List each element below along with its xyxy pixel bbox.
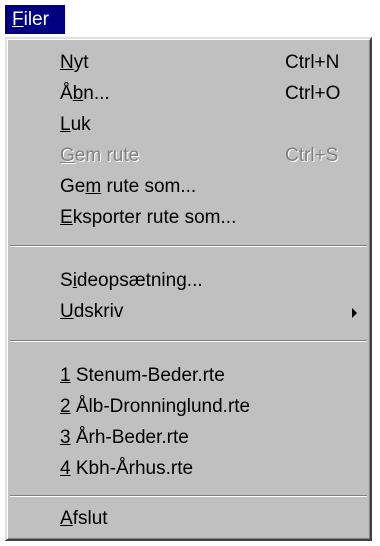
label-post: Årh-Beder.rte <box>70 427 189 448</box>
accelerator-key: 1 <box>60 365 71 386</box>
accelerator-key: N <box>60 52 74 73</box>
menu-item-udskriv[interactable]: Udskriv <box>7 296 370 327</box>
label-post: Ålb-Dronninglund.rte <box>70 396 251 417</box>
menu-item-recent-3[interactable]: 3 Årh-Beder.rte <box>7 422 370 453</box>
menu-item-nyt[interactable]: Nyt Ctrl+N <box>7 47 370 78</box>
menu-item-udskriv-label: Udskriv <box>60 296 123 327</box>
accelerator-key: A <box>60 508 73 529</box>
label-post: Stenum-Beder.rte <box>70 365 225 386</box>
menu-item-sideopsaetning-label: Sideopsætning... <box>60 265 203 296</box>
menu-item-recent-3-label: 3 Årh-Beder.rte <box>60 422 189 453</box>
menu-item-afslut-label: Afslut <box>60 503 108 534</box>
menu-item-luk[interactable]: Luk <box>7 109 370 140</box>
submenu-arrow-icon <box>352 308 357 318</box>
menu-item-recent-4-label: 4 Kbh-Århus.rte <box>60 453 193 484</box>
label-post: n... <box>83 83 110 104</box>
menu-item-gem-rute-shortcut: Ctrl+S <box>285 145 339 166</box>
accelerator-key: 4 <box>60 458 71 479</box>
menu-item-gem-rute-som[interactable]: Gem rute som... <box>7 171 370 202</box>
label-post: fslut <box>72 508 108 529</box>
accelerator-key: 2 <box>60 396 71 417</box>
menu-filer[interactable]: Filer <box>5 5 65 34</box>
menu-item-eksporter-rute-som[interactable]: Eksporter rute som... <box>7 202 370 233</box>
menu-item-recent-1-label: 1 Stenum-Beder.rte <box>60 360 225 391</box>
label-post: rute som... <box>101 176 197 197</box>
menu-item-aabn-shortcut: Ctrl+O <box>285 83 341 104</box>
accelerator-key: E <box>60 207 73 228</box>
accelerator-key: G <box>60 145 75 166</box>
menu-separator <box>10 245 367 247</box>
label-pre: Ge <box>60 176 86 197</box>
accelerator-key: L <box>60 114 71 135</box>
label-post: em rute <box>74 145 140 166</box>
accelerator-key: b <box>72 83 84 104</box>
accelerator-key: 3 <box>60 427 71 448</box>
menu-item-recent-2-label: 2 Ålb-Dronninglund.rte <box>60 391 250 422</box>
menu-item-recent-1[interactable]: 1 Stenum-Beder.rte <box>7 360 370 391</box>
menu-separator <box>10 495 367 497</box>
menu-item-gem-rute-som-label: Gem rute som... <box>60 171 196 202</box>
label-post: yt <box>73 52 89 73</box>
label-post: uk <box>70 114 91 135</box>
menu-item-eksporter-rute-som-label: Eksporter rute som... <box>60 202 236 233</box>
filer-dropdown-menu: Nyt Ctrl+N Åbn... Ctrl+O Luk Gem rute Ct… <box>5 37 372 541</box>
menu-item-recent-4[interactable]: 4 Kbh-Århus.rte <box>7 453 370 484</box>
label-post: dskriv <box>73 301 124 322</box>
menu-item-nyt-label: Nyt <box>60 47 89 78</box>
menu-item-aabn-label: Åbn... <box>60 78 110 109</box>
menu-filer-accelerator: F <box>12 9 24 30</box>
menu-item-sideopsaetning[interactable]: Sideopsætning... <box>7 265 370 296</box>
menu-filer-post: iler <box>23 9 49 30</box>
menu-separator <box>10 340 367 342</box>
label-post: Kbh-Århus.rte <box>70 458 194 479</box>
accelerator-key: U <box>60 301 74 322</box>
label-post: ksporter rute som... <box>72 207 237 228</box>
accelerator-key: m <box>85 176 102 197</box>
menu-item-gem-rute: Gem rute Ctrl+S <box>7 140 370 171</box>
menu-item-nyt-shortcut: Ctrl+N <box>285 52 340 73</box>
menu-item-gem-rute-label: Gem rute <box>60 140 139 171</box>
menu-item-aabn[interactable]: Åbn... Ctrl+O <box>7 78 370 109</box>
menu-item-afslut[interactable]: Afslut <box>7 503 370 534</box>
menu-item-luk-label: Luk <box>60 109 91 140</box>
label-pre: Å <box>60 83 73 104</box>
menu-item-recent-2[interactable]: 2 Ålb-Dronninglund.rte <box>7 391 370 422</box>
label-pre: S <box>60 270 73 291</box>
label-post: deopsætning... <box>76 270 203 291</box>
